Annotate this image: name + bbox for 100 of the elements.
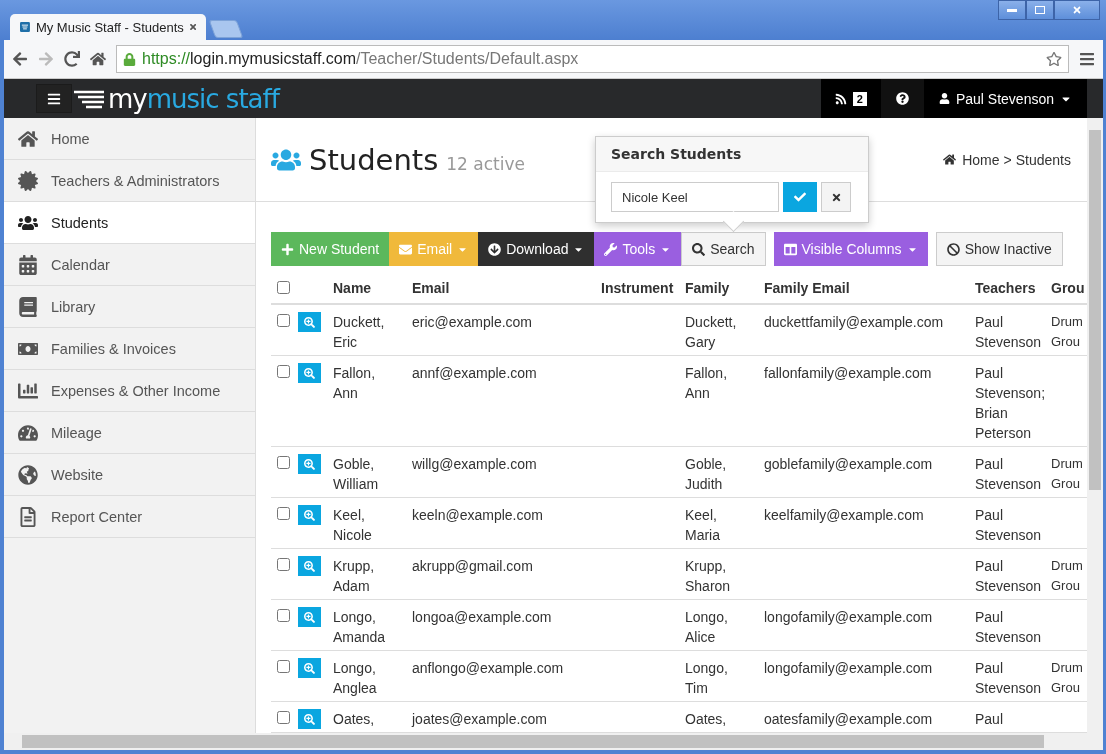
- columns-icon: [783, 242, 797, 256]
- table-cell-text: Drum Grou: [1051, 455, 1084, 493]
- vertical-scrollbar[interactable]: [1087, 118, 1103, 733]
- close-tab-icon[interactable]: [189, 22, 196, 32]
- row-checkbox[interactable]: [277, 711, 290, 724]
- column-header[interactable]: Teachers: [975, 279, 1036, 296]
- zoom-icon: [304, 367, 315, 379]
- zoom-icon: [304, 458, 315, 470]
- row-checkbox[interactable]: [277, 314, 290, 327]
- badge-icon: [18, 170, 38, 191]
- table-cell[interactable]: Oates,: [333, 709, 395, 729]
- table-cell-text: Keel, Maria: [685, 506, 721, 545]
- toolbar-button[interactable]: Show Inactive: [935, 232, 1063, 266]
- zoom-icon: [304, 316, 315, 328]
- table-cell[interactable]: Longo, Anglea: [333, 658, 395, 698]
- row-checkbox[interactable]: [277, 365, 290, 378]
- address-bar[interactable]: https://login.mymusicstaff.com/Teacher/Students/Default.aspx: [116, 45, 1069, 73]
- toolbar-button[interactable]: Download: [478, 232, 595, 266]
- active-count: 12 active: [446, 153, 525, 174]
- toolbar-button[interactable]: Tools: [594, 232, 682, 266]
- horizontal-scrollbar[interactable]: [4, 733, 1103, 750]
- bookmark-star-icon[interactable]: [1046, 51, 1062, 67]
- search-field[interactable]: Nicole Keel: [611, 182, 779, 212]
- feed-button[interactable]: 2: [820, 79, 881, 118]
- home-icon[interactable]: [90, 51, 106, 67]
- search-icon: [692, 242, 706, 256]
- help-icon: [895, 92, 909, 105]
- back-icon[interactable]: [12, 51, 28, 67]
- table-cell[interactable]: Keel, Nicole: [333, 505, 395, 545]
- minimize-button[interactable]: [998, 0, 1026, 20]
- select-all-checkbox[interactable]: [277, 280, 290, 294]
- row-checkbox[interactable]: [277, 507, 290, 520]
- row-checkbox[interactable]: [277, 456, 290, 469]
- zoom-icon: [304, 611, 315, 623]
- clear-button[interactable]: [821, 182, 851, 212]
- table-cell-text: akrupp@gmail.com: [412, 557, 534, 576]
- envelope-icon: [399, 242, 413, 256]
- table-cell-text: Fallon, Ann: [685, 364, 729, 403]
- column-header[interactable]: Family Email: [764, 279, 850, 296]
- table-cell-text: duckettfamily@example.com: [764, 313, 945, 332]
- rss-icon: [834, 92, 847, 105]
- table-cell-text: keeln@example.com: [412, 506, 544, 525]
- row-checkbox[interactable]: [277, 558, 290, 571]
- check-icon: [794, 191, 806, 203]
- tab-title: My Music Staff - Students: [35, 19, 184, 35]
- calendar-icon: [18, 254, 38, 275]
- column-header[interactable]: Grou: [1051, 279, 1085, 296]
- table-cell-text: Paul Stevenson: [975, 506, 1043, 545]
- globe-icon: [18, 464, 38, 485]
- table-cell-text: Goble, Judith: [685, 455, 728, 494]
- table-cell[interactable]: Longo, Amanda: [333, 607, 395, 647]
- minimize-icon: [1007, 8, 1017, 12]
- row-checkbox[interactable]: [277, 609, 290, 622]
- reload-icon[interactable]: [64, 51, 80, 67]
- feed-count-badge: 2: [852, 91, 867, 106]
- sidebar-item[interactable]: Students: [4, 202, 255, 244]
- document-icon: [18, 506, 38, 527]
- table-cell[interactable]: Duckett, Eric: [333, 312, 395, 352]
- view-button[interactable]: [298, 709, 321, 729]
- table-cell-text: Paul Stevenson; Brian Peterson: [975, 364, 1047, 443]
- download-icon: [488, 242, 502, 256]
- popover-title: Search Students: [596, 137, 868, 172]
- view-button[interactable]: [298, 556, 321, 576]
- maximize-button[interactable]: [1026, 0, 1054, 20]
- table-cell-text: Longo, Tim: [685, 659, 729, 698]
- ban-icon: [946, 242, 960, 256]
- table-cell[interactable]: Fallon, Ann: [333, 363, 395, 403]
- view-button[interactable]: [298, 454, 321, 474]
- table-cell-text: eric@example.com: [412, 313, 534, 332]
- table-cell-text: longofamily@example.com: [764, 608, 934, 627]
- menu-button[interactable]: [36, 84, 72, 113]
- table-cell-text: willg@example.com: [412, 455, 538, 474]
- table-cell-text: Drum Grou: [1051, 557, 1084, 595]
- view-button[interactable]: [298, 363, 321, 383]
- logo[interactable]: mymusic staff: [72, 79, 279, 118]
- gauge-icon: [18, 422, 38, 443]
- breadcrumb-link[interactable]: Home: [962, 151, 1000, 168]
- table-cell-text: longofamily@example.com: [764, 659, 934, 678]
- column-header[interactable]: Instrument: [601, 279, 674, 296]
- view-button[interactable]: [298, 607, 321, 627]
- column-header[interactable]: Email: [412, 279, 450, 296]
- view-button[interactable]: [298, 658, 321, 678]
- toolbar-button[interactable]: Search: [681, 232, 766, 266]
- column-header[interactable]: Name: [333, 279, 372, 296]
- menu-icon[interactable]: [1079, 51, 1095, 67]
- close-button[interactable]: [1054, 0, 1100, 20]
- view-button[interactable]: [298, 312, 321, 332]
- toolbar-button[interactable]: Visible Columns: [773, 232, 928, 266]
- table-cell-text: Paul Stevenson: [975, 455, 1043, 494]
- row-checkbox[interactable]: [277, 660, 290, 673]
- user-menu[interactable]: Paul Stevenson: [923, 79, 1087, 118]
- table-cell-text: Paul: [975, 710, 1005, 729]
- wrench-icon: [604, 242, 618, 256]
- column-header[interactable]: Family: [685, 279, 730, 296]
- help-button[interactable]: [880, 79, 924, 118]
- browser-tab[interactable]: My Music Staff - Students: [10, 14, 206, 40]
- table-cell[interactable]: Krupp, Adam: [333, 556, 395, 596]
- view-button[interactable]: [298, 505, 321, 525]
- table-cell[interactable]: Goble, William: [333, 454, 395, 494]
- close-icon: [1072, 5, 1082, 15]
